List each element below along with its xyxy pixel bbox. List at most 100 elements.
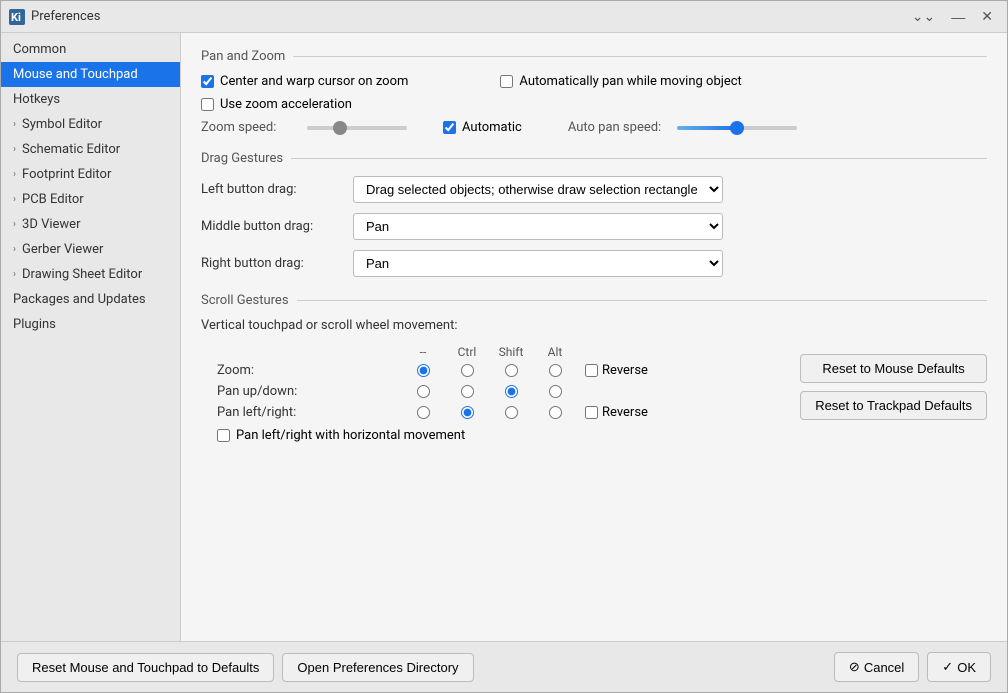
panud-alt-cell <box>533 385 577 398</box>
footer: Reset Mouse and Touchpad to Defaults Ope… <box>1 641 1007 692</box>
zoom-speed-row: Zoom speed: Automatic Auto pan speed: <box>201 120 987 135</box>
left-button-drag-select[interactable]: Drag selected objects; otherwise draw se… <box>353 176 723 203</box>
sidebar-item-drawing-sheet-editor[interactable]: › Drawing Sheet Editor <box>1 262 180 287</box>
footer-left: Reset Mouse and Touchpad to Defaults Ope… <box>17 653 474 682</box>
panud-shift-cell <box>489 385 533 398</box>
panlr-alt-radio[interactable] <box>549 406 562 419</box>
ok-label: OK <box>957 660 976 675</box>
collapse-button[interactable]: ⌄⌄ <box>906 6 941 27</box>
automatic-checkbox[interactable] <box>443 121 456 134</box>
sidebar-item-mouse-touchpad[interactable]: Mouse and Touchpad <box>1 62 180 87</box>
pan-horizontal-row: Pan left/right with horizontal movement <box>201 428 780 443</box>
sidebar-item-packages-updates[interactable]: Packages and Updates <box>1 287 180 312</box>
panlr-default-radio[interactable] <box>417 406 430 419</box>
zoom-shift-radio[interactable] <box>505 364 518 377</box>
sidebar-item-label: Schematic Editor <box>22 142 120 157</box>
middle-button-drag-select[interactable]: Pan Zoom None <box>353 213 723 240</box>
col-alt: Alt <box>533 345 577 359</box>
panlr-reverse-checkbox[interactable] <box>585 406 598 419</box>
pan-horizontal-checkbox[interactable] <box>217 429 230 442</box>
cancel-label: Cancel <box>864 660 904 675</box>
open-preferences-button[interactable]: Open Preferences Directory <box>282 653 473 682</box>
scroll-gestures-title: Scroll Gestures <box>201 293 987 308</box>
zoom-alt-cell <box>533 364 577 377</box>
auto-pan-checkbox-label[interactable]: Automatically pan while moving object <box>500 74 741 89</box>
reset-trackpad-defaults-button[interactable]: Reset to Trackpad Defaults <box>800 391 987 420</box>
zoom-speed-slider[interactable] <box>307 126 407 130</box>
ok-button[interactable]: ✓ OK <box>927 652 991 682</box>
panlr-shift-radio[interactable] <box>505 406 518 419</box>
minimize-button[interactable]: — <box>945 7 971 27</box>
window-title: Preferences <box>31 9 100 24</box>
zoom-scroll-label: Zoom: <box>201 363 401 378</box>
zoom-reverse-label[interactable]: Reverse <box>585 363 648 378</box>
reset-mouse-defaults-button[interactable]: Reset to Mouse Defaults <box>800 354 987 383</box>
sidebar-item-label: Common <box>13 42 66 57</box>
chevron-icon: › <box>13 269 16 280</box>
sidebar-item-label: Plugins <box>13 317 56 332</box>
panud-default-radio[interactable] <box>417 385 430 398</box>
svg-text:Ki: Ki <box>11 11 21 24</box>
zoom-ctrl-cell <box>445 364 489 377</box>
automatic-label: Automatic <box>462 120 522 135</box>
col-default: -- <box>401 345 445 359</box>
sidebar-item-label: PCB Editor <box>22 192 84 207</box>
zoom-alt-radio[interactable] <box>549 364 562 377</box>
panlr-reverse-label[interactable]: Reverse <box>585 405 648 420</box>
reset-mouse-touchpad-button[interactable]: Reset Mouse and Touchpad to Defaults <box>17 653 274 682</box>
scroll-content: Vertical touchpad or scroll wheel moveme… <box>201 318 987 449</box>
panud-shift-radio[interactable] <box>505 385 518 398</box>
pan-horizontal-checkbox-label[interactable]: Pan left/right with horizontal movement <box>201 428 465 443</box>
auto-pan-checkbox[interactable] <box>500 75 513 88</box>
sidebar-item-label: Drawing Sheet Editor <box>22 267 142 282</box>
auto-pan-speed-slider[interactable] <box>677 126 797 130</box>
center-warp-checkbox-label[interactable]: Center and warp cursor on zoom <box>201 74 408 89</box>
zoom-reverse-checkbox[interactable] <box>585 364 598 377</box>
sidebar-item-footprint-editor[interactable]: ›Footprint Editor <box>1 162 180 187</box>
zoom-default-radio[interactable] <box>417 364 430 377</box>
sidebar-item-schematic-editor[interactable]: › Schematic Editor <box>1 137 180 162</box>
sidebar-item-common[interactable]: Common <box>1 37 180 62</box>
sidebar-item-gerber-viewer[interactable]: ›Gerber Viewer <box>1 237 180 262</box>
pan-leftright-scroll-row: Pan left/right: <box>201 405 780 420</box>
sidebar-item-hotkeys[interactable]: Hotkeys <box>1 87 180 112</box>
cancel-button[interactable]: ⊘ Cancel <box>834 652 919 682</box>
pan-zoom-section: Pan and Zoom Center and warp cursor on z… <box>201 49 987 135</box>
sidebar-item-pcb-editor[interactable]: › PCB Editor <box>1 187 180 212</box>
chevron-icon: › <box>13 194 16 205</box>
footer-right: ⊘ Cancel ✓ OK <box>834 652 991 682</box>
chevron-icon: › <box>13 119 16 130</box>
vertical-touchpad-label: Vertical touchpad or scroll wheel moveme… <box>201 318 780 333</box>
zoom-accel-checkbox-label[interactable]: Use zoom acceleration <box>201 97 352 112</box>
chevron-icon: › <box>13 144 16 155</box>
sidebar-item-label: 3D Viewer <box>22 217 80 232</box>
zoom-ctrl-radio[interactable] <box>461 364 474 377</box>
scroll-gestures-section: Scroll Gestures Vertical touchpad or scr… <box>201 293 987 449</box>
right-button-drag-select[interactable]: Pan Zoom None <box>353 250 723 277</box>
panlr-ctrl-radio[interactable] <box>461 406 474 419</box>
left-button-drag-row: Left button drag: Drag selected objects;… <box>201 176 987 203</box>
sidebar-item-label: Mouse and Touchpad <box>13 67 138 82</box>
center-warp-checkbox[interactable] <box>201 75 214 88</box>
panlr-alt-cell <box>533 406 577 419</box>
sidebar-item-label: Footprint Editor <box>22 167 111 182</box>
pan-updown-scroll-row: Pan up/down: <box>201 384 780 399</box>
ok-icon: ✓ <box>942 659 953 675</box>
panud-ctrl-cell <box>445 385 489 398</box>
auto-pan-label: Automatically pan while moving object <box>519 74 741 89</box>
panud-ctrl-radio[interactable] <box>461 385 474 398</box>
center-warp-row: Center and warp cursor on zoom Automatic… <box>201 74 987 89</box>
zoom-speed-label: Zoom speed: <box>201 120 291 135</box>
zoom-accel-checkbox[interactable] <box>201 98 214 111</box>
auto-pan-speed-label: Auto pan speed: <box>568 120 661 135</box>
right-button-drag-row: Right button drag: Pan Zoom None <box>201 250 987 277</box>
sidebar-item-symbol-editor[interactable]: ›Symbol Editor <box>1 112 180 137</box>
panud-alt-radio[interactable] <box>549 385 562 398</box>
left-button-drag-label: Left button drag: <box>201 182 341 197</box>
pan-horizontal-label: Pan left/right with horizontal movement <box>236 428 465 443</box>
close-button[interactable]: ✕ <box>975 6 999 27</box>
sidebar-item-plugins[interactable]: Plugins <box>1 312 180 337</box>
main-content: Common Mouse and Touchpad Hotkeys›Symbol E… <box>1 33 1007 641</box>
sidebar-item-3d-viewer[interactable]: ›3D Viewer <box>1 212 180 237</box>
automatic-checkbox-label[interactable]: Automatic <box>443 120 522 135</box>
